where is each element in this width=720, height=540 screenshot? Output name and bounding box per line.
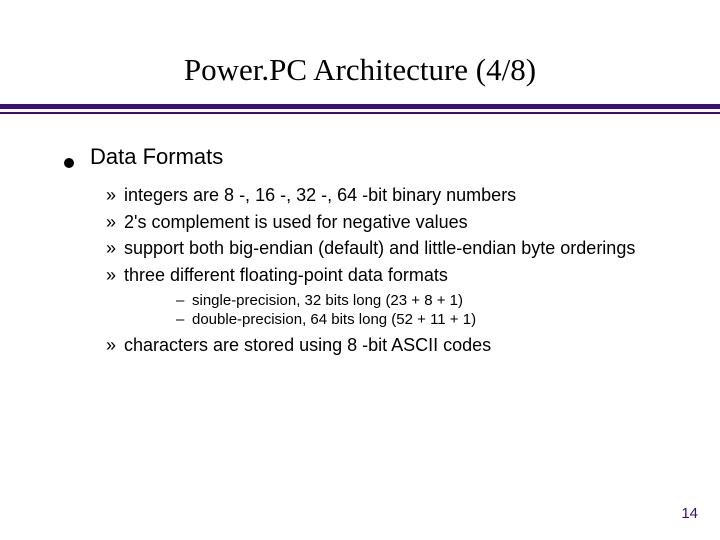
sub-list: – single-precision, 32 bits long (23 + 8… — [176, 292, 670, 328]
list-item: » 2's complement is used for negative va… — [106, 211, 670, 234]
dash-icon: – — [176, 292, 192, 309]
chevron-icon: » — [106, 238, 124, 259]
list-item-text: characters are stored using 8 -bit ASCII… — [124, 334, 491, 357]
list-item-text: support both big-endian (default) and li… — [124, 237, 635, 260]
chevron-icon: » — [106, 265, 124, 286]
chevron-icon: » — [106, 185, 124, 206]
chevron-icon: » — [106, 212, 124, 233]
chevron-icon: » — [106, 335, 124, 356]
bullet-list: » integers are 8 -, 16 -, 32 -, 64 -bit … — [106, 184, 670, 357]
section-heading-row: Data Formats — [64, 144, 670, 170]
list-item-text: integers are 8 -, 16 -, 32 -, 64 -bit bi… — [124, 184, 516, 207]
list-item-text: three different floating-point data form… — [124, 264, 448, 287]
list-item: » integers are 8 -, 16 -, 32 -, 64 -bit … — [106, 184, 670, 207]
section-heading: Data Formats — [90, 144, 223, 170]
list-item: » characters are stored using 8 -bit ASC… — [106, 334, 670, 357]
dash-icon: – — [176, 311, 192, 328]
rule-thick — [0, 104, 720, 109]
sub-list-item: – single-precision, 32 bits long (23 + 8… — [176, 292, 670, 309]
list-item: » support both big-endian (default) and … — [106, 237, 670, 260]
title-underline — [0, 104, 720, 114]
slide-title: Power.PC Architecture (4/8) — [0, 0, 720, 98]
bullet-icon — [64, 158, 74, 168]
slide-content: Data Formats » integers are 8 -, 16 -, 3… — [0, 114, 720, 357]
page-number: 14 — [681, 505, 698, 522]
rule-thin — [0, 112, 720, 114]
list-item-text: 2's complement is used for negative valu… — [124, 211, 468, 234]
slide: Power.PC Architecture (4/8) Data Formats… — [0, 0, 720, 540]
list-item: » three different floating-point data fo… — [106, 264, 670, 287]
sub-list-item-text: double-precision, 64 bits long (52 + 11 … — [192, 311, 476, 328]
sub-list-item: – double-precision, 64 bits long (52 + 1… — [176, 311, 670, 328]
sub-list-item-text: single-precision, 32 bits long (23 + 8 +… — [192, 292, 463, 309]
